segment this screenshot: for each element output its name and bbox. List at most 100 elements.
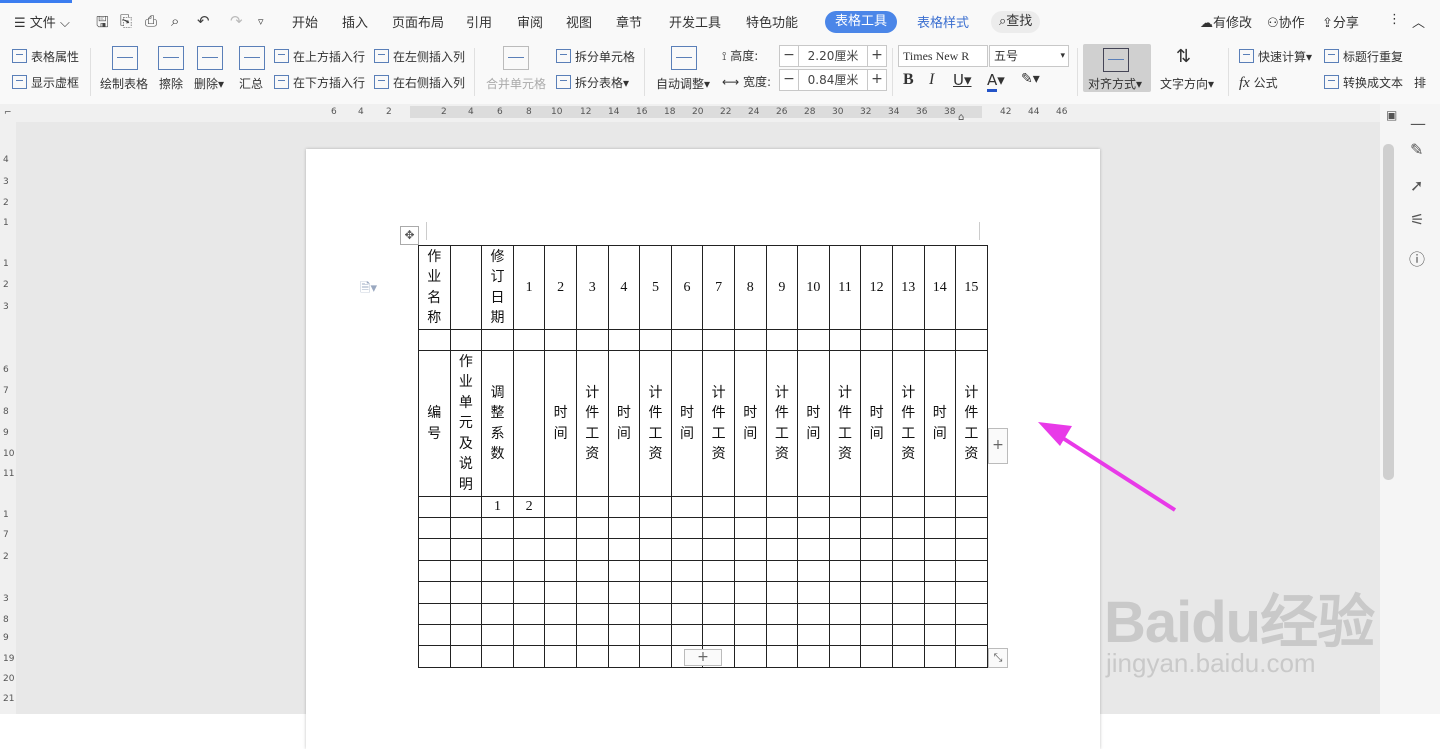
collapse-ribbon-icon[interactable]: ︿ [1412, 12, 1425, 31]
tab-table-tools[interactable]: 表格工具 [825, 11, 898, 33]
table-cell[interactable] [639, 645, 672, 668]
table-cell[interactable]: 2 [544, 245, 577, 330]
table-cell[interactable] [702, 623, 735, 647]
table-cell[interactable] [607, 538, 641, 561]
table-cell[interactable]: 时间 [923, 350, 957, 497]
table-cell[interactable] [733, 559, 767, 583]
arrange-button[interactable]: 排 [1414, 74, 1426, 91]
tab-developer[interactable]: 开发工具 [669, 12, 721, 31]
cursor-icon[interactable]: ➚ [1410, 176, 1423, 195]
table-cell[interactable] [828, 516, 862, 540]
vertical-scrollbar[interactable] [1383, 144, 1394, 480]
repeat-header-button[interactable]: 标题行重复 [1324, 48, 1403, 65]
table-cell[interactable] [828, 602, 862, 625]
table-cell[interactable] [797, 623, 830, 647]
table-cell[interactable] [765, 329, 799, 351]
redo-icon[interactable]: ↷ [230, 12, 243, 30]
table-cell[interactable] [923, 496, 957, 518]
table-cell[interactable] [449, 496, 483, 518]
edit-icon[interactable]: ✎ [1410, 140, 1423, 159]
table-cell[interactable]: 13 [891, 245, 925, 330]
table-cell[interactable] [575, 581, 609, 604]
table-cell[interactable] [797, 538, 830, 561]
tab-start[interactable]: 开始 [292, 12, 318, 31]
table-cell[interactable] [449, 602, 483, 625]
table-cell[interactable] [512, 538, 546, 561]
more-icon[interactable]: ⋮ [1388, 12, 1401, 27]
split-cells-button[interactable]: 拆分单元格 [556, 48, 635, 65]
table-cell[interactable] [891, 329, 925, 351]
table-cell[interactable]: 计件工资 [702, 350, 735, 497]
table-cell[interactable] [828, 329, 862, 351]
table-cell[interactable] [544, 623, 577, 647]
table-cell[interactable] [765, 516, 799, 540]
table-cell[interactable] [797, 559, 830, 583]
tab-special[interactable]: 特色功能 [746, 12, 798, 31]
table-cell[interactable]: 时间 [797, 350, 830, 497]
table-cell[interactable] [512, 559, 546, 583]
table-cell[interactable] [639, 602, 672, 625]
table-cell[interactable] [860, 516, 893, 540]
table-cell[interactable] [512, 602, 546, 625]
table-cell[interactable] [544, 559, 577, 583]
height-spinner[interactable]: − 2.20厘米 + [779, 45, 887, 67]
text-direction-button[interactable]: 文字方向▾ [1160, 75, 1214, 92]
changes-button[interactable]: ☁有修改 [1200, 12, 1252, 31]
table-cell[interactable] [733, 538, 767, 561]
minus-icon[interactable]: — [1410, 114, 1426, 133]
table-cell[interactable] [639, 559, 672, 583]
table-cell[interactable] [860, 581, 893, 604]
table-cell[interactable] [544, 602, 577, 625]
table-cell[interactable]: 计件工资 [891, 350, 925, 497]
table-cell[interactable] [797, 581, 830, 604]
table-cell[interactable] [639, 516, 672, 540]
save-icon[interactable]: 🖫 [96, 12, 109, 37]
font-color-button[interactable]: A▾ [987, 71, 1005, 92]
table-cell[interactable]: 8 [733, 245, 767, 330]
table-cell[interactable]: 5 [639, 245, 672, 330]
table-cell[interactable] [828, 623, 862, 647]
document-table[interactable]: 作业名称 修订日期 1 2 3 4 5 6 7 8 9 10 11 12 13 14 15 编号 作业单元及说明 调整… [418, 245, 988, 668]
table-cell[interactable] [670, 602, 704, 625]
table-cell[interactable] [733, 623, 767, 647]
table-cell[interactable] [860, 602, 893, 625]
tab-table-style[interactable]: 表格样式 [917, 12, 969, 31]
tab-references[interactable]: 引用 [466, 12, 492, 31]
table-cell[interactable] [955, 623, 988, 647]
table-cell[interactable] [733, 329, 767, 351]
table-cell[interactable] [418, 329, 451, 351]
table-cell[interactable]: 修订日期 [481, 245, 514, 330]
table-cell[interactable]: 时间 [670, 350, 704, 497]
table-cell[interactable] [860, 496, 893, 518]
table-cell[interactable] [607, 602, 641, 625]
width-spinner[interactable]: − 0.84厘米 + [779, 69, 887, 91]
table-cell[interactable] [765, 538, 799, 561]
table-cell[interactable]: 11 [828, 245, 862, 330]
table-cell[interactable] [544, 329, 577, 351]
italic-button[interactable]: I [929, 71, 934, 89]
height-value[interactable]: 2.20厘米 [798, 46, 868, 66]
table-cell[interactable] [512, 623, 546, 647]
table-cell[interactable] [923, 645, 957, 668]
table-cell[interactable]: 15 [955, 245, 988, 330]
table-cell[interactable] [702, 559, 735, 583]
table-cell[interactable] [607, 516, 641, 540]
undo-icon[interactable]: ↶ [197, 12, 210, 30]
show-gridlines-button[interactable]: 显示虚框 [12, 74, 79, 91]
table-cell[interactable] [860, 538, 893, 561]
table-cell[interactable]: 10 [797, 245, 830, 330]
table-cell[interactable] [449, 245, 483, 330]
table-cell[interactable] [575, 516, 609, 540]
tab-view[interactable]: 视图 [566, 12, 592, 31]
table-cell[interactable] [481, 623, 514, 647]
table-cell[interactable] [891, 645, 925, 668]
table-cell[interactable]: 计件工资 [765, 350, 799, 497]
table-cell[interactable] [639, 623, 672, 647]
font-name-select[interactable]: Times New R [898, 45, 988, 67]
table-cell[interactable] [923, 538, 957, 561]
table-cell[interactable] [923, 602, 957, 625]
merge-cells-button[interactable]: 合并单元格 [486, 75, 546, 92]
print-preview-icon[interactable]: ⌕ [171, 12, 179, 30]
summary-button[interactable]: 汇总 [239, 75, 263, 92]
height-decrease-button[interactable]: − [780, 46, 798, 66]
